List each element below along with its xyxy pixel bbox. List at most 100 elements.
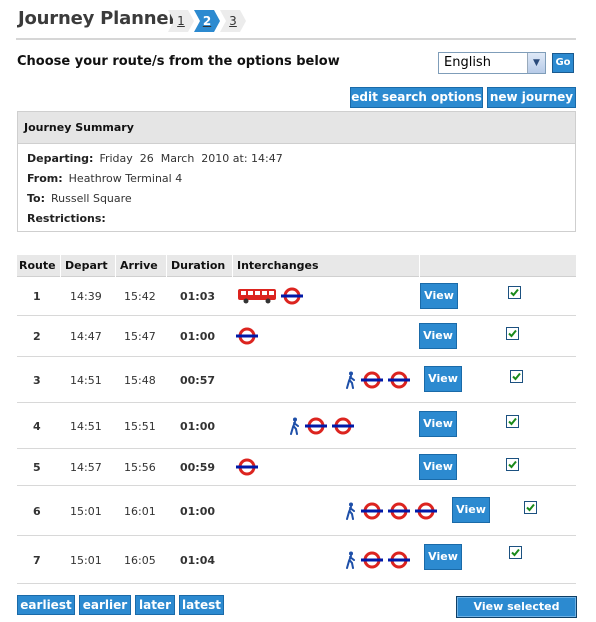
depart-time: 14:57 [70,461,102,474]
interchange-icons [345,550,411,572]
view-route-button[interactable]: View [424,544,462,570]
underground-roundel-icon [387,551,411,572]
table-row: 4 14:51 15:51 01:00 View [17,404,576,449]
departing-line: Departing: Friday 26 March 2010 at: 14:47 [27,152,283,165]
route-number: 5 [33,461,41,474]
to-label: To: [27,192,45,205]
earliest-button[interactable]: earliest [17,595,75,615]
select-route-checkbox[interactable] [506,458,519,471]
underground-roundel-icon [360,371,384,392]
edit-search-options-button[interactable]: edit search options [350,87,483,108]
view-route-button[interactable]: View [424,366,462,392]
select-route-checkbox[interactable] [510,370,523,383]
arrive-time: 16:05 [124,554,156,567]
view-route-button[interactable]: View [452,497,490,523]
table-row: 5 14:57 15:56 00:59 View [17,450,576,486]
table-row: 7 15:01 16:05 01:04 View [17,537,576,584]
underground-roundel-icon [331,417,355,438]
column-duration: Duration [171,259,226,272]
duration: 01:00 [180,420,216,433]
interchange-icons [235,457,259,479]
restrictions-label: Restrictions: [27,212,106,225]
duration: 01:03 [180,290,216,303]
select-route-checkbox[interactable] [506,415,519,428]
column-interchanges: Interchanges [237,259,319,272]
duration: 01:00 [180,505,216,518]
underground-roundel-icon [304,417,328,438]
depart-time: 14:47 [70,330,102,343]
select-route-checkbox[interactable] [508,286,521,299]
route-number: 3 [33,374,41,387]
interchange-icons [237,286,304,308]
language-select[interactable]: English ▼ [438,52,546,74]
view-selected-button[interactable]: View selected [456,596,577,618]
language-selected-value: English [444,55,491,70]
table-row: 1 14:39 15:42 01:03 View [17,278,576,316]
to-value: Russell Square [51,192,132,205]
interchange-icons [345,370,411,392]
routes-table-header: Route Depart Arrive Duration Interchange… [17,255,576,277]
step-2-current[interactable]: 2 [194,10,220,32]
route-number: 6 [33,505,41,518]
go-button[interactable]: Go [552,53,574,73]
chevron-down-icon[interactable]: ▼ [527,53,545,73]
select-route-checkbox[interactable] [506,327,519,340]
underground-roundel-icon [280,287,304,308]
select-route-checkbox[interactable] [524,501,537,514]
table-row: 3 14:51 15:48 00:57 View [17,358,576,403]
interchange-icons [289,416,355,438]
select-route-checkbox[interactable] [509,546,522,559]
underground-roundel-icon [414,502,438,523]
new-journey-button[interactable]: new journey [487,87,576,108]
table-row: 6 15:01 16:01 01:00 View [17,487,576,536]
duration: 01:04 [180,554,216,567]
underground-roundel-icon [235,327,259,348]
step-1-link[interactable]: 1 [168,10,194,32]
latest-button[interactable]: latest [179,595,224,615]
column-route: Route [19,259,56,272]
journey-summary-panel: Journey Summary Departing: Friday 26 Marc… [17,111,576,232]
depart-time: 14:51 [70,374,102,387]
to-line: To: Russell Square [27,192,132,205]
route-number: 7 [33,554,41,567]
page-title: Journey Planner [18,8,178,29]
step-indicator: 1 2 3 [168,10,246,32]
underground-roundel-icon [387,502,411,523]
depart-time: 14:39 [70,290,102,303]
underground-roundel-icon [387,371,411,392]
step-3-link[interactable]: 3 [220,10,246,32]
title-bar: Journey Planner 1 2 3 [16,0,576,40]
arrive-time: 16:01 [124,505,156,518]
arrive-time: 15:56 [124,461,156,474]
interchange-icons [235,326,259,348]
underground-roundel-icon [360,502,384,523]
route-number: 1 [33,290,41,303]
journey-summary-heading: Journey Summary [18,112,575,144]
route-prompt: Choose your route/s from the options bel… [17,54,340,69]
depart-time: 14:51 [70,420,102,433]
route-number: 4 [33,420,41,433]
underground-roundel-icon [235,458,259,479]
route-number: 2 [33,330,41,343]
walk-icon [289,417,301,438]
column-depart: Depart [65,259,108,272]
departing-label: Departing: [27,152,94,165]
from-value: Heathrow Terminal 4 [68,172,183,185]
duration: 01:00 [180,330,216,343]
view-route-button[interactable]: View [419,323,457,349]
underground-roundel-icon [360,551,384,572]
restrictions-line: Restrictions: [27,212,112,225]
view-route-button[interactable]: View [419,411,457,437]
depart-time: 15:01 [70,554,102,567]
earlier-button[interactable]: earlier [79,595,131,615]
later-button[interactable]: later [135,595,175,615]
arrive-time: 15:47 [124,330,156,343]
from-label: From: [27,172,63,185]
view-route-button[interactable]: View [419,454,457,480]
view-route-button[interactable]: View [420,283,458,309]
arrive-time: 15:48 [124,374,156,387]
column-arrive: Arrive [120,259,158,272]
depart-time: 15:01 [70,505,102,518]
from-line: From: Heathrow Terminal 4 [27,172,182,185]
duration: 00:57 [180,374,216,387]
